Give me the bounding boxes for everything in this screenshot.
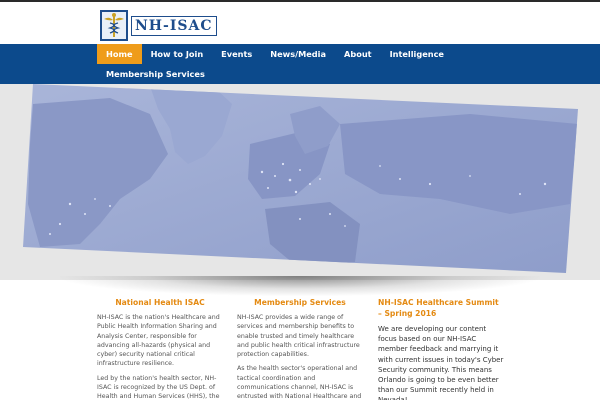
site-logo[interactable]: NH-ISAC <box>100 10 217 41</box>
hero-shadow <box>60 276 540 296</box>
nav-item-events[interactable]: Events <box>212 44 261 64</box>
world-map-image <box>23 84 578 273</box>
logo-text: NH-ISAC <box>131 15 217 36</box>
column-paragraph: We are developing our content focus base… <box>378 325 504 400</box>
column-healthcare-summit: NH-ISAC Healthcare Summit – Spring 2016 … <box>378 297 504 400</box>
column-national-health-isac: National Health ISAC NH-ISAC is the nati… <box>97 297 223 400</box>
caduceus-icon <box>100 10 128 41</box>
nav-item-membership-services[interactable]: Membership Services <box>97 64 214 84</box>
nav-item-how-to-join[interactable]: How to Join <box>142 44 213 64</box>
column-paragraph: NH-ISAC provides a wide range of service… <box>237 314 360 359</box>
column-paragraph: As the health sector's operational and t… <box>237 365 362 400</box>
column-title[interactable]: NH-ISAC Healthcare Summit – Spring 2016 <box>378 297 504 319</box>
nav-item-intelligence[interactable]: Intelligence <box>381 44 453 64</box>
column-title: National Health ISAC <box>115 298 205 307</box>
column-title: Membership Services <box>254 298 346 307</box>
hero-banner <box>0 84 600 280</box>
site-header: NH-ISAC <box>0 2 600 44</box>
nav-row-secondary: Membership Services <box>97 64 214 84</box>
nav-item-about[interactable]: About <box>335 44 381 64</box>
nav-row-primary: Home How to Join Events News/Media About… <box>97 44 453 64</box>
nav-item-home[interactable]: Home <box>97 44 142 64</box>
column-paragraph: Led by the nation's health sector, NH-IS… <box>97 374 220 400</box>
nav-item-news-media[interactable]: News/Media <box>261 44 335 64</box>
column-paragraph: NH-ISAC is the nation's Healthcare and P… <box>97 314 220 368</box>
main-nav: Home How to Join Events News/Media About… <box>0 44 600 84</box>
column-membership-services: Membership Services NH-ISAC provides a w… <box>237 297 363 400</box>
